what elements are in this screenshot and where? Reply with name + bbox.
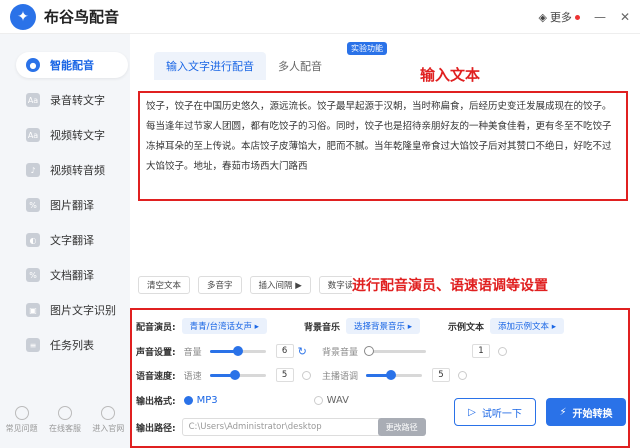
insert-pause-button[interactable]: 插入间隔 ▶ xyxy=(249,276,311,294)
sidebar-item-smart-dubbing[interactable]: ● 智能配音 xyxy=(16,52,128,78)
sidebar-item-ocr[interactable]: ▣ 图片文字识别 xyxy=(16,297,126,323)
tab-text-dubbing[interactable]: 输入文字进行配音 xyxy=(154,52,266,80)
faq-label: 常见问题 xyxy=(5,424,38,433)
question-icon xyxy=(14,406,29,420)
bg-volume-slider[interactable] xyxy=(364,345,427,356)
polyphone-button[interactable]: 多音字 xyxy=(198,276,242,294)
pitch-value[interactable]: 5 xyxy=(432,368,451,382)
change-path-button[interactable]: 更改路径 xyxy=(377,418,426,436)
bird-logo-icon: ✦ xyxy=(10,3,36,30)
sidebar-item-label: 视频转音频 xyxy=(50,164,105,177)
list-icon: ≡ xyxy=(26,338,40,352)
sidebar-item-video-to-text[interactable]: Aa 视频转文字 xyxy=(16,122,126,148)
customer-service-label: 在线客服 xyxy=(48,424,81,433)
voice-label: 配音演员: xyxy=(136,322,176,333)
sidebar-item-label: 文字翻译 xyxy=(50,234,94,247)
video-icon: Aa xyxy=(26,128,40,142)
more-label: 更多 xyxy=(549,11,572,24)
speed-value[interactable]: 5 xyxy=(275,368,294,382)
pitch-toggle[interactable] xyxy=(458,370,468,380)
chat-icon xyxy=(57,406,72,420)
bg-volume-toggle[interactable] xyxy=(498,346,508,356)
wav-radio[interactable] xyxy=(313,396,323,405)
annotation-input-text: 输入文本 xyxy=(420,66,481,84)
sidebar-item-document-translate[interactable]: % 文档翻译 xyxy=(16,262,126,288)
convert-icon: ⚡ xyxy=(559,406,567,418)
minimize-icon[interactable]: — xyxy=(594,10,606,24)
bgm-label: 背景音乐 xyxy=(304,322,341,333)
speed-toggle[interactable] xyxy=(301,370,311,380)
close-icon[interactable]: ✕ xyxy=(620,10,630,24)
sidebar: ● 智能配音 Aa 录音转文字 Aa 视频转文字 ♪ 视频转音频 % 图片翻译 … xyxy=(0,34,130,448)
notification-dot xyxy=(574,14,580,20)
listen-label: 试听一下 xyxy=(481,408,522,420)
output-path-field[interactable]: C:\Users\Administrator\desktop xyxy=(181,418,382,436)
sidebar-item-label: 录音转文字 xyxy=(50,94,105,107)
volume-slider[interactable] xyxy=(209,345,266,356)
pitch-sub-label: 主播语调 xyxy=(322,371,359,382)
official-site-label: 进入官网 xyxy=(92,424,125,433)
sidebar-item-image-translate[interactable]: % 图片翻译 xyxy=(16,192,126,218)
clear-text-button[interactable]: 清空文本 xyxy=(138,276,191,294)
sidebar-item-record-to-text[interactable]: Aa 录音转文字 xyxy=(16,87,126,113)
sidebar-item-label: 智能配音 xyxy=(50,59,94,72)
wav-label: WAV xyxy=(326,395,350,406)
listen-button[interactable]: ▷ 试听一下 xyxy=(454,398,536,426)
pitch-slider[interactable] xyxy=(366,369,423,380)
start-convert-button[interactable]: ⚡ 开始转换 xyxy=(546,398,626,426)
mp3-radio[interactable] xyxy=(183,396,193,405)
audio-icon: ♪ xyxy=(26,163,40,177)
record-icon: Aa xyxy=(26,93,40,107)
cube-icon: ◈ xyxy=(538,10,547,24)
format-label: 输出格式: xyxy=(136,397,176,407)
sidebar-item-task-list[interactable]: ≡ 任务列表 xyxy=(16,332,126,358)
settings-panel: 配音演员: 青青/台湾话女声 ▸ 背景音乐 选择背景音乐 ▸ 示例文本 添加示例… xyxy=(130,308,630,448)
microphone-icon: ● xyxy=(26,58,40,72)
sidebar-item-label: 图片翻译 xyxy=(50,199,94,212)
speed-label: 语音速度: xyxy=(136,371,176,382)
bg-volume-sub-label: 背景音量 xyxy=(322,347,359,358)
voice-value: 青青/台湾话女声 xyxy=(189,322,252,332)
mp3-label: MP3 xyxy=(196,395,218,406)
text-input-area[interactable]: 饺子，饺子在中国历史悠久，源远流长。饺子最早起源于汉朝，当时称扁食，后经历史变迁… xyxy=(138,91,628,201)
volume-label: 声音设置: xyxy=(136,347,176,358)
speed-sub-label: 语速 xyxy=(183,371,202,382)
ocr-icon: ▣ xyxy=(26,303,40,317)
path-label: 输出路径: xyxy=(136,423,176,434)
translate-icon: ◐ xyxy=(26,233,40,247)
sample-value: 添加示例文本 xyxy=(498,322,550,332)
sidebar-item-label: 视频转文字 xyxy=(50,129,105,142)
faq-link[interactable]: 常见问题 xyxy=(6,406,38,434)
main-panel: 输入文字进行配音 多人配音 实验功能 输入文本 饺子，饺子在中国历史悠久，源远流… xyxy=(130,34,640,448)
tab-multi-dubbing[interactable]: 多人配音 xyxy=(266,52,334,80)
sample-text-label: 示例文本 xyxy=(448,322,485,333)
start-label: 开始转换 xyxy=(572,408,613,420)
customer-service-link[interactable]: 在线客服 xyxy=(49,406,81,434)
sidebar-item-label: 任务列表 xyxy=(50,339,94,352)
sidebar-item-video-to-audio[interactable]: ♪ 视频转音频 xyxy=(16,157,126,183)
sample-text-select[interactable]: 添加示例文本 ▸ xyxy=(490,318,564,334)
globe-icon xyxy=(101,406,116,420)
bgm-value: 选择背景音乐 xyxy=(354,322,406,332)
image-icon: % xyxy=(26,198,40,212)
sidebar-item-label: 图片文字识别 xyxy=(50,304,116,317)
experimental-badge: 实验功能 xyxy=(347,42,387,55)
speed-slider[interactable] xyxy=(209,369,266,380)
sidebar-item-text-translate[interactable]: ◐ 文字翻译 xyxy=(16,227,126,253)
volume-value[interactable]: 6 xyxy=(275,344,294,358)
app-title: 布谷鸟配音 xyxy=(44,8,120,26)
official-site-link[interactable]: 进入官网 xyxy=(92,406,124,434)
annotation-settings: 进行配音演员、语速语调等设置 xyxy=(352,275,548,295)
play-icon: ▷ xyxy=(468,406,476,418)
sidebar-item-label: 文档翻译 xyxy=(50,269,94,282)
document-icon: % xyxy=(26,268,40,282)
title-bar: ✦ 布谷鸟配音 ◈ 更多 — ✕ xyxy=(0,0,640,34)
voice-select[interactable]: 青青/台湾话女声 ▸ xyxy=(181,318,267,334)
volume-sub-label: 音量 xyxy=(183,347,202,358)
more-menu[interactable]: ◈ 更多 xyxy=(538,9,580,25)
bg-volume-value[interactable]: 1 xyxy=(472,344,491,358)
bgm-select[interactable]: 选择背景音乐 ▸ xyxy=(346,318,420,334)
refresh-icon[interactable]: ↻ xyxy=(298,345,307,358)
